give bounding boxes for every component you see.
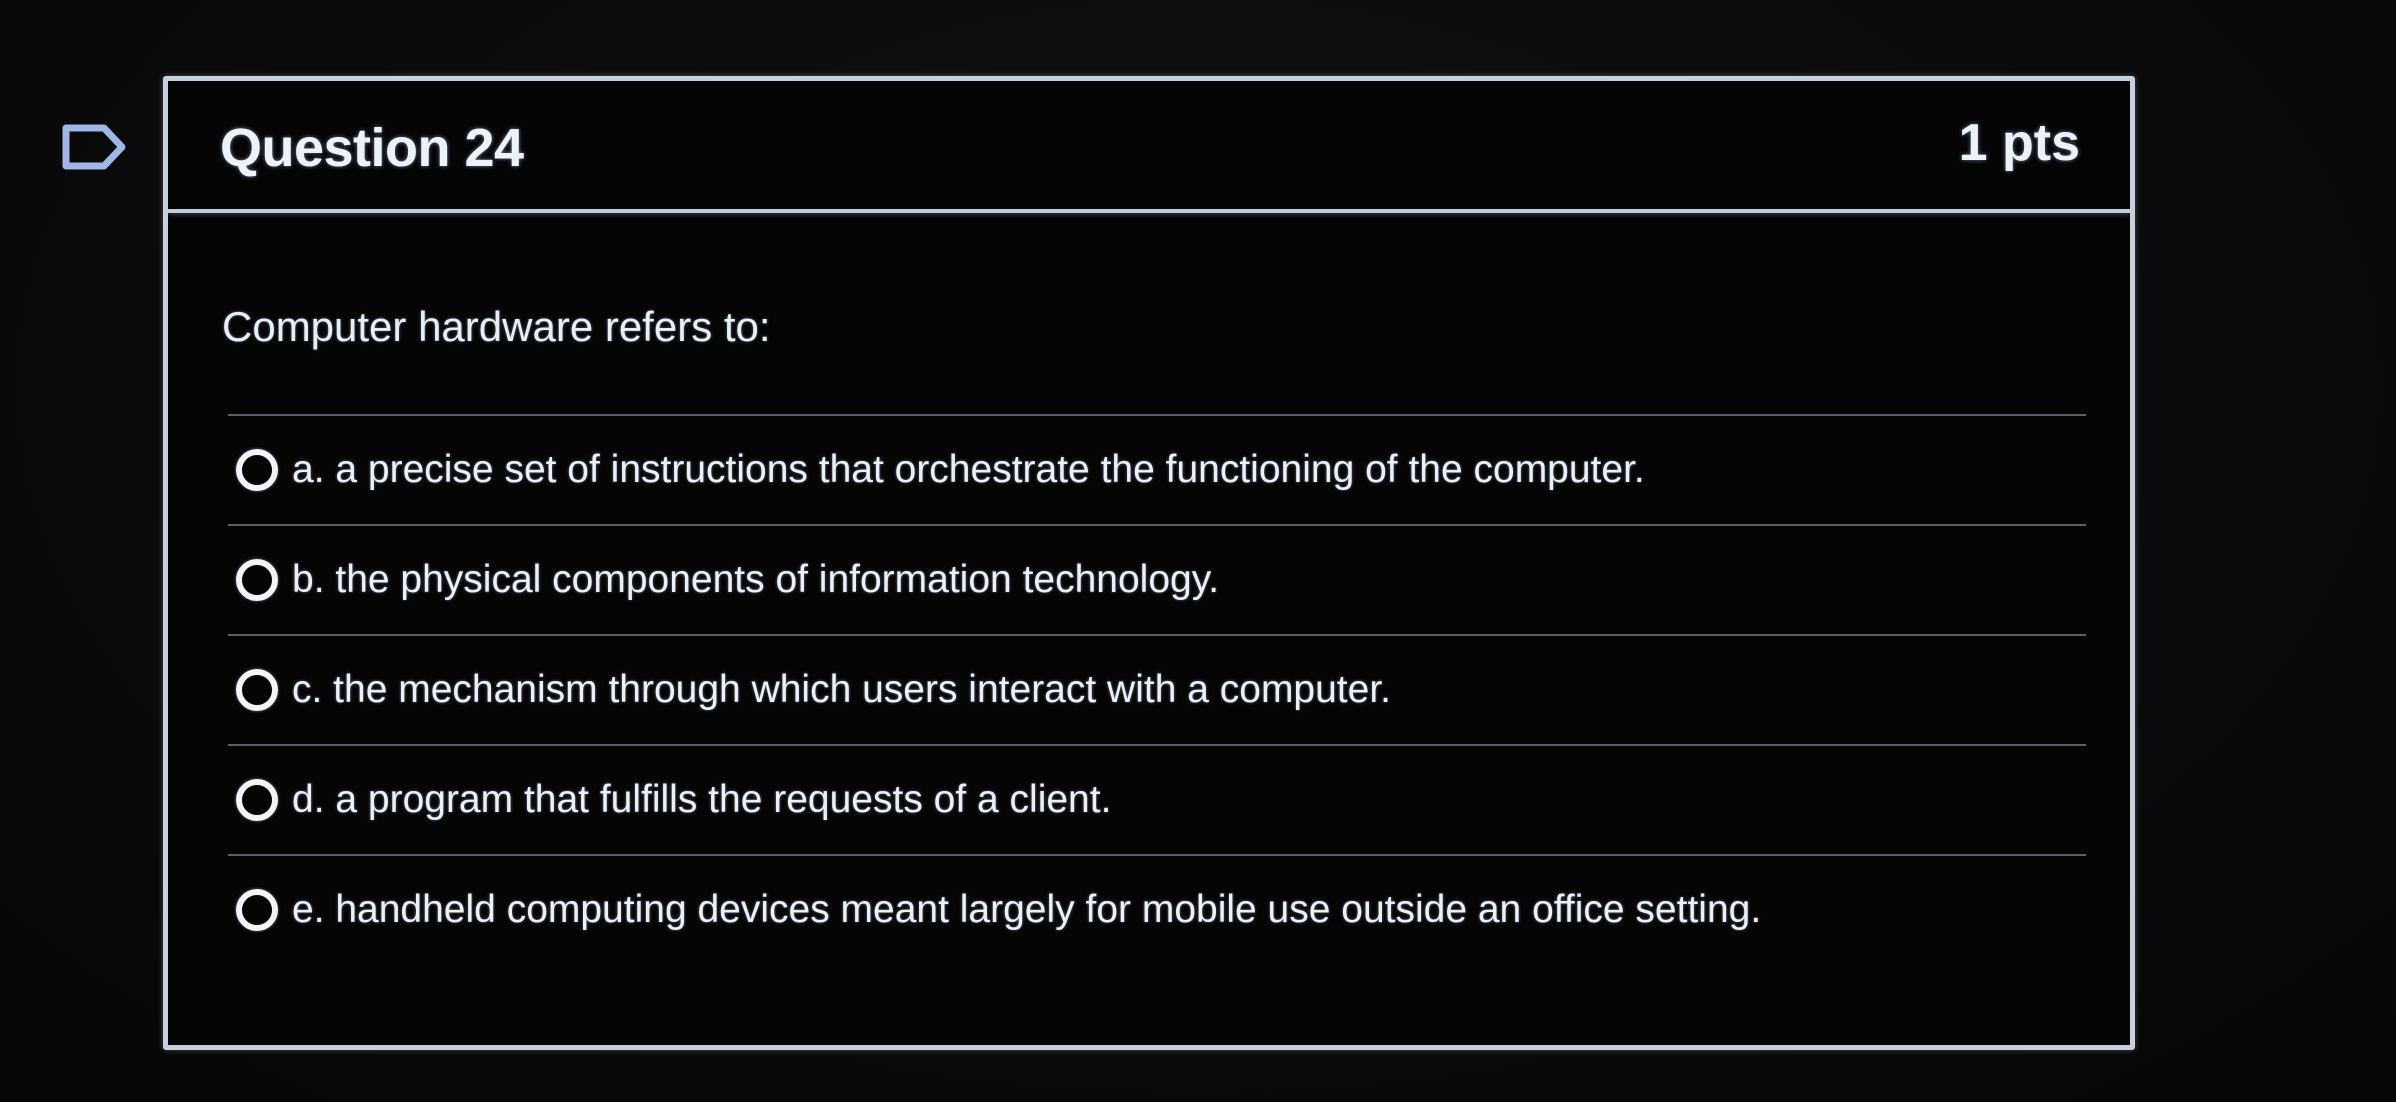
radio-button-b[interactable] (236, 559, 278, 601)
question-title: Question 24 (220, 118, 524, 178)
answer-list: a. a precise set of instructions that or… (228, 414, 2086, 964)
radio-button-c[interactable] (236, 669, 278, 711)
answer-label-d[interactable]: d. a program that fulfills the requests … (292, 778, 1111, 822)
question-header: Question 24 1 pts (168, 81, 2130, 213)
answer-option-a[interactable]: a. a precise set of instructions that or… (228, 414, 2086, 524)
answer-option-c[interactable]: c. the mechanism through which users int… (228, 634, 2086, 744)
question-card: Question 24 1 pts Computer hardware refe… (163, 76, 2135, 1050)
answer-option-e[interactable]: e. handheld computing devices meant larg… (228, 854, 2086, 964)
question-points: 1 pts (1958, 114, 2080, 172)
answer-label-c[interactable]: c. the mechanism through which users int… (292, 668, 1391, 712)
answer-label-a[interactable]: a. a precise set of instructions that or… (292, 448, 1645, 492)
radio-button-a[interactable] (236, 449, 278, 491)
flag-question-icon[interactable] (62, 124, 128, 170)
question-text: Computer hardware refers to: (222, 303, 771, 350)
radio-button-d[interactable] (236, 779, 278, 821)
answer-label-b[interactable]: b. the physical components of informatio… (292, 558, 1219, 602)
radio-button-e[interactable] (236, 889, 278, 931)
answer-option-d[interactable]: d. a program that fulfills the requests … (228, 744, 2086, 854)
answer-option-b[interactable]: b. the physical components of informatio… (228, 524, 2086, 634)
answer-label-e[interactable]: e. handheld computing devices meant larg… (292, 888, 1761, 932)
